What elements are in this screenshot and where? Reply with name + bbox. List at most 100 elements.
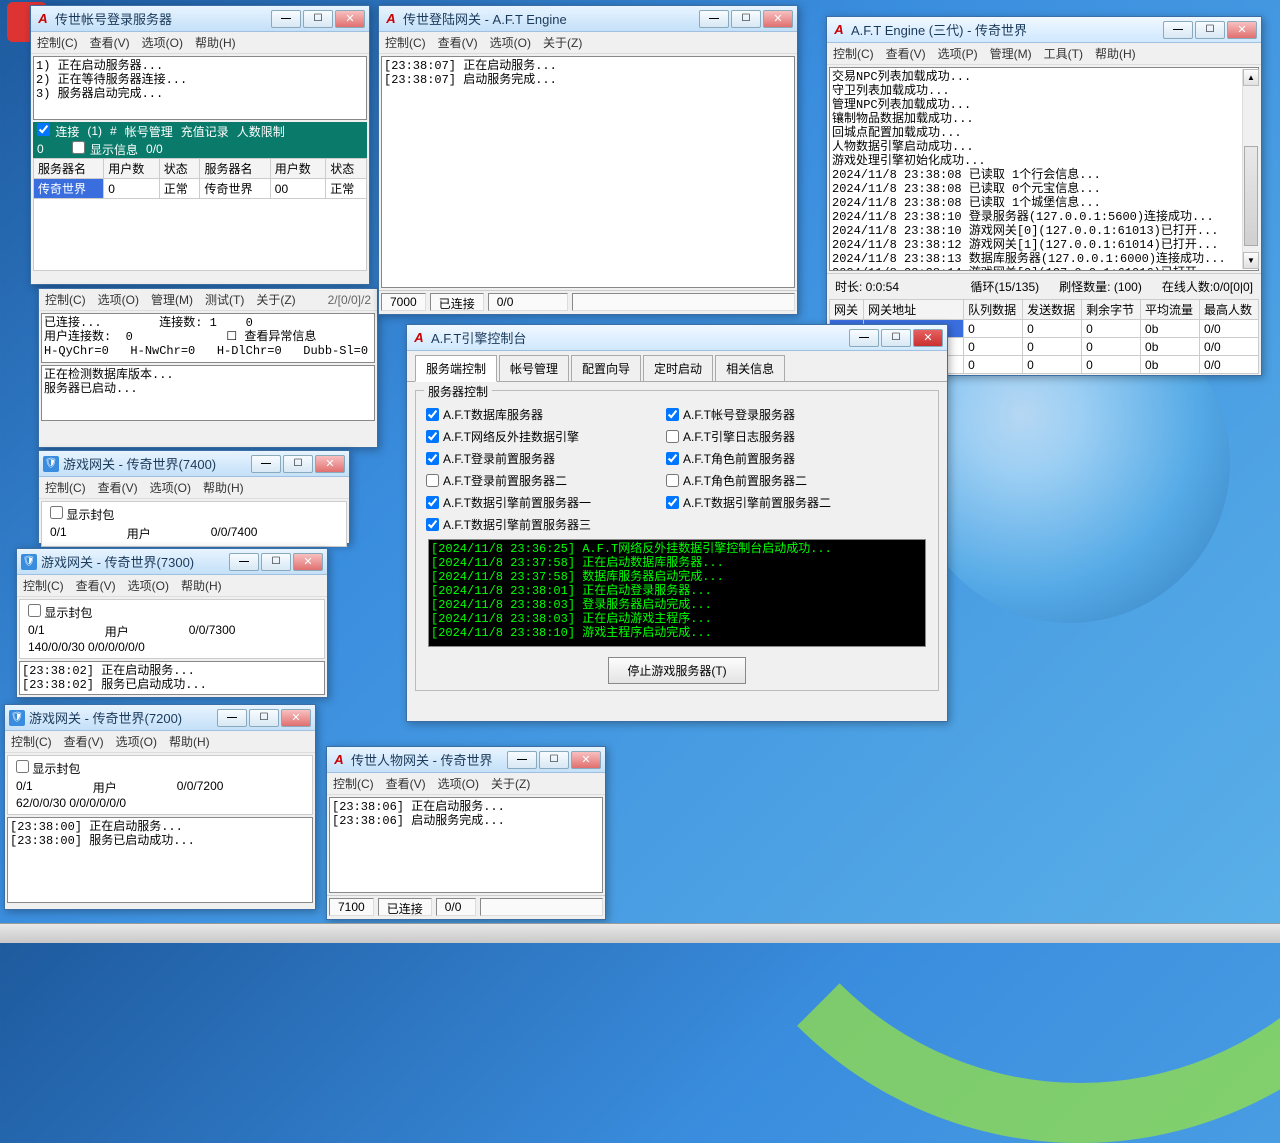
- col-account[interactable]: 帐号管理: [125, 123, 173, 140]
- log-area: 交易NPC列表加载成功... 守卫列表加载成功... 管理NPC列表加载成功..…: [829, 67, 1259, 271]
- tab-info[interactable]: 相关信息: [715, 355, 785, 381]
- minimize-button[interactable]: [849, 329, 879, 347]
- server-checkbox[interactable]: A.F.T数据引擎前置服务器二: [666, 494, 866, 511]
- status-bar: 7000 已连接 0/0: [379, 290, 797, 312]
- log-area: [23:38:07] 正在启动服务... [23:38:07] 启动服务完成..…: [381, 56, 795, 288]
- close-button[interactable]: [571, 751, 601, 769]
- person-gate-window: A传世人物网关 - 传奇世界 控制(C)查看(V)选项(O)关于(Z) [23:…: [326, 746, 606, 920]
- stats-area: 已连接... 连接数: 1 0 用户连接数: 0 ☐ 查看异常信息 H-QyCh…: [41, 313, 375, 363]
- menubar: 控制(C) 选项(O) 管理(M) 测试(T) 关于(Z) 2/[0/0]/2: [39, 289, 377, 311]
- server-checkbox[interactable]: A.F.T角色前置服务器二: [666, 472, 866, 489]
- close-button[interactable]: [281, 709, 311, 727]
- scrollbar[interactable]: ▲ ▼: [1242, 69, 1259, 269]
- menu-test[interactable]: 测试(T): [205, 291, 244, 308]
- close-button[interactable]: [335, 10, 365, 28]
- menu-view[interactable]: 查看(V): [90, 34, 130, 51]
- show-packet-checkbox[interactable]: 显示封包: [28, 606, 92, 620]
- server-checkbox[interactable]: A.F.T角色前置服务器: [666, 450, 866, 467]
- minimize-button[interactable]: [251, 455, 281, 473]
- teal-sub: 0 显示信息 0/0: [33, 140, 367, 158]
- gateway-7300-window: 🛡游戏网关 - 传奇世界(7300) 控制(C)查看(V)选项(O)帮助(H) …: [16, 548, 328, 698]
- gateway-7200-window: 🛡游戏网关 - 传奇世界(7200) 控制(C)查看(V)选项(O)帮助(H) …: [4, 704, 316, 910]
- maximize-button[interactable]: [1195, 21, 1225, 39]
- menubar: 控制(C) 查看(V) 选项(O) 帮助(H): [31, 32, 369, 54]
- console-log: [2024/11/8 23:36:25] A.F.T网络反外挂数据引擎控制台启动…: [428, 539, 926, 647]
- grid-empty: [33, 199, 367, 271]
- db-window: 控制(C) 选项(O) 管理(M) 测试(T) 关于(Z) 2/[0/0]/2 …: [38, 288, 378, 448]
- menu-options[interactable]: 选项(O): [98, 291, 139, 308]
- maximize-button[interactable]: [881, 329, 911, 347]
- server-control-group: 服务器控制 A.F.T数据库服务器A.F.T帐号登录服务器A.F.T网络反外挂数…: [415, 390, 939, 691]
- window-title: A.F.T Engine (三代) - 传奇世界: [851, 20, 1163, 39]
- maximize-button[interactable]: [249, 709, 279, 727]
- maximize-button[interactable]: [283, 455, 313, 473]
- minimize-button[interactable]: [271, 10, 301, 28]
- minimize-button[interactable]: [507, 751, 537, 769]
- console-window: AA.F.T引擎控制台 服务端控制 帐号管理 配置向导 定时启动 相关信息 服务…: [406, 324, 948, 722]
- maximize-button[interactable]: [731, 10, 761, 28]
- log-area: [23:38:00] 正在启动服务... [23:38:00] 服务已启动成功.…: [7, 817, 313, 903]
- minimize-button[interactable]: [229, 553, 259, 571]
- server-checkbox[interactable]: A.F.T数据引擎前置服务器三: [426, 516, 626, 533]
- app-icon: A: [831, 22, 847, 38]
- scroll-thumb[interactable]: [1244, 146, 1258, 246]
- table-row[interactable]: 传奇世界0正常传奇世界00正常: [34, 179, 367, 199]
- close-button[interactable]: [293, 553, 323, 571]
- login-server-window: A传世帐号登录服务器 控制(C) 查看(V) 选项(O) 帮助(H) 1) 正在…: [30, 5, 370, 285]
- menu-manage[interactable]: 管理(M): [151, 291, 193, 308]
- server-checkbox[interactable]: A.F.T数据库服务器: [426, 406, 626, 423]
- engine-window: AA.F.T Engine (三代) - 传奇世界 控制(C)查看(V)选项(P…: [826, 16, 1262, 376]
- window-title: 传世人物网关 - 传奇世界: [351, 750, 507, 769]
- show-info-checkbox[interactable]: 显示信息: [72, 141, 138, 158]
- scroll-down-button[interactable]: ▼: [1243, 252, 1259, 269]
- server-checkbox[interactable]: A.F.T登录前置服务器: [426, 450, 626, 467]
- server-checkbox[interactable]: A.F.T数据引擎前置服务器一: [426, 494, 626, 511]
- maximize-button[interactable]: [303, 10, 333, 28]
- app-icon: A: [411, 330, 427, 346]
- menu-help[interactable]: 帮助(H): [195, 34, 236, 51]
- server-grid: 服务器名用户数状态服务器名用户数状态 传奇世界0正常传奇世界00正常: [33, 158, 367, 199]
- tab-timer[interactable]: 定时启动: [643, 355, 713, 381]
- server-checkbox[interactable]: A.F.T引擎日志服务器: [666, 428, 866, 445]
- col-limit[interactable]: 人数限制: [237, 123, 285, 140]
- menu-options[interactable]: 选项(O): [142, 34, 183, 51]
- tab-account[interactable]: 帐号管理: [499, 355, 569, 381]
- close-button[interactable]: [315, 455, 345, 473]
- log-area: [23:38:06] 正在启动服务... [23:38:06] 启动服务完成..…: [329, 797, 603, 893]
- col-recharge[interactable]: 充值记录: [181, 123, 229, 140]
- minimize-button[interactable]: [699, 10, 729, 28]
- gateway-7400-window: 🛡游戏网关 - 传奇世界(7400) 控制(C)查看(V)选项(O)帮助(H) …: [38, 450, 350, 544]
- log-area: [23:38:02] 正在启动服务... [23:38:02] 服务已启动成功.…: [19, 661, 325, 695]
- tab-server-control[interactable]: 服务端控制: [415, 355, 497, 382]
- scroll-up-button[interactable]: ▲: [1243, 69, 1259, 86]
- log-area: 正在检测数据库版本... 服务器已启动...: [41, 365, 375, 421]
- minimize-button[interactable]: [1163, 21, 1193, 39]
- taskbar[interactable]: [0, 923, 1280, 943]
- menu-about[interactable]: 关于(Z): [256, 291, 295, 308]
- window-title: 游戏网关 - 传奇世界(7200): [29, 708, 217, 727]
- window-title: 游戏网关 - 传奇世界(7400): [63, 454, 251, 473]
- server-checkbox[interactable]: A.F.T帐号登录服务器: [666, 406, 866, 423]
- server-checkbox[interactable]: A.F.T登录前置服务器二: [426, 472, 626, 489]
- shield-icon: 🛡: [9, 710, 25, 726]
- close-button[interactable]: [913, 329, 943, 347]
- tab-config[interactable]: 配置向导: [571, 355, 641, 381]
- close-button[interactable]: [763, 10, 793, 28]
- stop-server-button[interactable]: 停止游戏服务器(T): [608, 657, 745, 684]
- show-packet-checkbox[interactable]: 显示封包: [16, 762, 80, 776]
- shield-icon: 🛡: [43, 456, 59, 472]
- app-icon: A: [331, 752, 347, 768]
- maximize-button[interactable]: [539, 751, 569, 769]
- maximize-button[interactable]: [261, 553, 291, 571]
- close-button[interactable]: [1227, 21, 1257, 39]
- teal-header: 连接 (1) # 帐号管理 充值记录 人数限制: [33, 122, 367, 140]
- server-checkbox[interactable]: A.F.T网络反外挂数据引擎: [426, 428, 626, 445]
- show-packet-checkbox[interactable]: 显示封包: [50, 508, 114, 522]
- tab-strip: 服务端控制 帐号管理 配置向导 定时启动 相关信息: [407, 351, 947, 382]
- app-icon: A: [383, 11, 399, 27]
- log-area: 1) 正在启动服务器... 2) 正在等待服务器连接... 3) 服务器启动完成…: [33, 56, 367, 120]
- connect-checkbox[interactable]: 连接: [37, 123, 79, 140]
- minimize-button[interactable]: [217, 709, 247, 727]
- menu-control[interactable]: 控制(C): [45, 291, 86, 308]
- menu-control[interactable]: 控制(C): [37, 34, 78, 51]
